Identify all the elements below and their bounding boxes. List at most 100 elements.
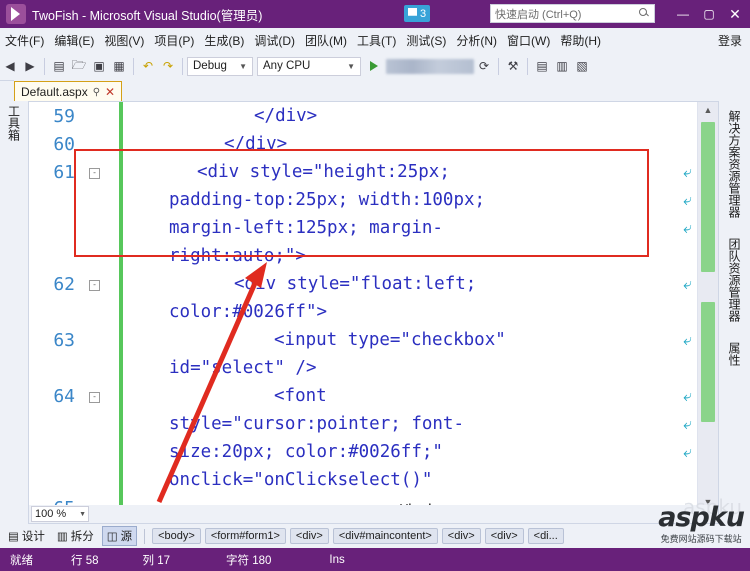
notification-badge[interactable]: 3 bbox=[404, 5, 431, 22]
scrollbar-thumb-bottom[interactable] bbox=[701, 302, 715, 422]
open-folder-icon[interactable]: 🗁 bbox=[69, 56, 89, 76]
menu-item-edit[interactable]: 编辑(E) bbox=[49, 30, 99, 51]
quick-launch-input[interactable]: 快速启动 (Ctrl+Q) bbox=[490, 4, 655, 23]
menu-item-build[interactable]: 生成(B) bbox=[199, 30, 249, 51]
breadcrumb-div-1[interactable]: <div> bbox=[289, 528, 329, 544]
code-line: <div style="height:25px; bbox=[197, 162, 450, 182]
undo-icon[interactable]: ↶ bbox=[138, 56, 158, 76]
line-number: 61 bbox=[53, 162, 75, 183]
status-row: 行 58 bbox=[71, 554, 99, 567]
code-line: <div style="float:left; bbox=[234, 274, 477, 294]
play-icon bbox=[370, 61, 378, 71]
search-icon bbox=[639, 8, 650, 19]
word-wrap-arrow-icon: ⤶ bbox=[683, 442, 692, 461]
title-bar: TwoFish - Microsoft Visual Studio(管理员) 3… bbox=[0, 0, 750, 28]
toolbar-separator bbox=[44, 57, 45, 75]
browser-select-blurred[interactable] bbox=[386, 58, 474, 74]
breadcrumb-maincontent[interactable]: <div#maincontent> bbox=[332, 528, 438, 544]
code-line: margin-left:125px; margin- bbox=[169, 218, 443, 238]
chevron-down-icon: ▼ bbox=[79, 510, 86, 518]
menu-item-test[interactable]: 测试(S) bbox=[401, 30, 451, 51]
dock-tab-solution-explorer[interactable]: 解决方案资源管理器 bbox=[724, 107, 745, 221]
menu-item-help[interactable]: 帮助(H) bbox=[555, 30, 606, 51]
collapse-toggle[interactable]: - bbox=[89, 392, 100, 403]
collapse-toggle[interactable]: - bbox=[89, 280, 100, 291]
dock-tab-team-explorer[interactable]: 团队资源管理器 bbox=[724, 235, 745, 325]
dock-tab-toolbox[interactable]: 工具箱 bbox=[6, 105, 23, 141]
minimize-button[interactable]: — bbox=[670, 1, 696, 27]
right-dock-panel: 解决方案资源管理器 团队资源管理器 属性 bbox=[719, 101, 750, 517]
breadcrumb-div-2[interactable]: <div> bbox=[441, 528, 481, 544]
scroll-up-icon[interactable]: ▲ bbox=[698, 102, 718, 118]
build-configuration-select[interactable]: Debug ▼ bbox=[187, 56, 253, 76]
source-view-label: 源 bbox=[120, 531, 133, 543]
main-toolbar: ◀ ▶ ▤ 🗁 ▣ ▦ ↶ ↷ Debug ▼ Any CPU ▼ ⟳ ⚒ ▤ … bbox=[0, 52, 750, 81]
source-view-button[interactable]: ◫ 源 bbox=[101, 526, 138, 546]
new-file-icon[interactable]: ▤ bbox=[49, 56, 69, 76]
breadcrumb-form1[interactable]: <form#form1> bbox=[204, 528, 286, 544]
word-wrap-arrow-icon: ⤶ bbox=[683, 274, 692, 293]
line-number: 64 bbox=[53, 386, 75, 407]
platform-value: Any CPU bbox=[263, 60, 311, 72]
word-wrap-arrow-icon: ⤶ bbox=[683, 414, 692, 433]
sign-in-link[interactable]: 登录 bbox=[718, 32, 742, 49]
scrollbar-thumb-top[interactable] bbox=[701, 122, 715, 272]
tab-default-aspx[interactable]: Default.aspx ⚲ ✕ bbox=[14, 81, 123, 102]
platform-select[interactable]: Any CPU ▼ bbox=[257, 56, 361, 76]
save-icon[interactable]: ▣ bbox=[89, 56, 109, 76]
status-col: 列 17 bbox=[142, 554, 171, 567]
panel-icon-1[interactable]: ▤ bbox=[532, 56, 552, 76]
word-wrap-arrow-icon: ⤶ bbox=[683, 162, 692, 181]
design-view-button[interactable]: ▤ 设计 bbox=[4, 527, 49, 545]
hammer-icon[interactable]: ⚒ bbox=[503, 56, 523, 76]
bar-separator bbox=[144, 528, 146, 544]
line-number: 59 bbox=[53, 106, 75, 127]
menu-item-debug[interactable]: 调试(D) bbox=[249, 30, 300, 51]
dock-tab-properties[interactable]: 属性 bbox=[724, 339, 745, 369]
toolbar-separator bbox=[498, 57, 499, 75]
word-wrap-arrow-icon: ⤶ bbox=[683, 386, 692, 405]
split-view-button[interactable]: ▥ 拆分 bbox=[53, 527, 98, 545]
menu-item-team[interactable]: 团队(M) bbox=[300, 30, 352, 51]
collapse-toggle[interactable]: - bbox=[89, 168, 100, 179]
menu-item-project[interactable]: 项目(P) bbox=[149, 30, 199, 51]
menu-item-window[interactable]: 窗口(W) bbox=[502, 30, 555, 51]
flag-icon bbox=[408, 8, 417, 19]
design-view-icon: ▤ bbox=[8, 531, 19, 543]
visual-studio-logo-icon bbox=[6, 4, 26, 24]
breadcrumb-body[interactable]: <body> bbox=[152, 528, 201, 544]
maximize-button[interactable]: ▢ bbox=[696, 1, 722, 27]
back-arrow-icon[interactable]: ◀ bbox=[0, 56, 20, 76]
panel-icon-3[interactable]: ▧ bbox=[572, 56, 592, 76]
code-line: </div> bbox=[254, 106, 318, 126]
zoom-level-select[interactable]: 100 % ▼ bbox=[31, 506, 89, 522]
close-icon[interactable]: ✕ bbox=[105, 85, 115, 99]
document-tab-strip: Default.aspx ⚲ ✕ bbox=[14, 80, 750, 102]
pin-icon[interactable]: ⚲ bbox=[93, 87, 100, 98]
editor-vertical-scrollbar[interactable]: ▲ ▼ bbox=[697, 102, 718, 510]
visual-studio-window: TwoFish - Microsoft Visual Studio(管理员) 3… bbox=[0, 0, 750, 571]
split-view-label: 拆分 bbox=[70, 531, 94, 543]
redo-icon[interactable]: ↷ bbox=[158, 56, 178, 76]
forward-arrow-icon[interactable]: ▶ bbox=[20, 56, 40, 76]
code-line: padding-top:25px; width:100px; bbox=[169, 190, 486, 210]
status-bar: 就绪 行 58 列 17 字符 180 Ins bbox=[0, 548, 750, 571]
status-char: 字符 180 bbox=[226, 554, 272, 567]
breadcrumb-div-4[interactable]: <di... bbox=[527, 528, 564, 544]
status-ready: 就绪 bbox=[10, 554, 33, 567]
word-wrap-arrow-icon: ⤶ bbox=[683, 190, 692, 209]
refresh-icon[interactable]: ⟳ bbox=[474, 56, 494, 76]
code-line: right:auto;"> bbox=[169, 246, 306, 266]
menu-item-view[interactable]: 视图(V) bbox=[99, 30, 149, 51]
start-debug-button[interactable] bbox=[367, 61, 384, 71]
word-wrap-arrow-icon: ⤶ bbox=[683, 218, 692, 237]
menu-item-file[interactable]: 文件(F) bbox=[0, 30, 49, 51]
menu-item-tools[interactable]: 工具(T) bbox=[352, 30, 401, 51]
save-all-icon[interactable]: ▦ bbox=[109, 56, 129, 76]
close-button[interactable]: ✕ bbox=[722, 1, 748, 27]
breadcrumb-div-3[interactable]: <div> bbox=[484, 528, 524, 544]
menu-item-analyze[interactable]: 分析(N) bbox=[451, 30, 502, 51]
panel-icon-2[interactable]: ▥ bbox=[552, 56, 572, 76]
design-view-label: 设计 bbox=[21, 531, 45, 543]
code-editor[interactable]: 59 60 61 62 63 64 65 - - - </div> </div>… bbox=[28, 101, 719, 511]
